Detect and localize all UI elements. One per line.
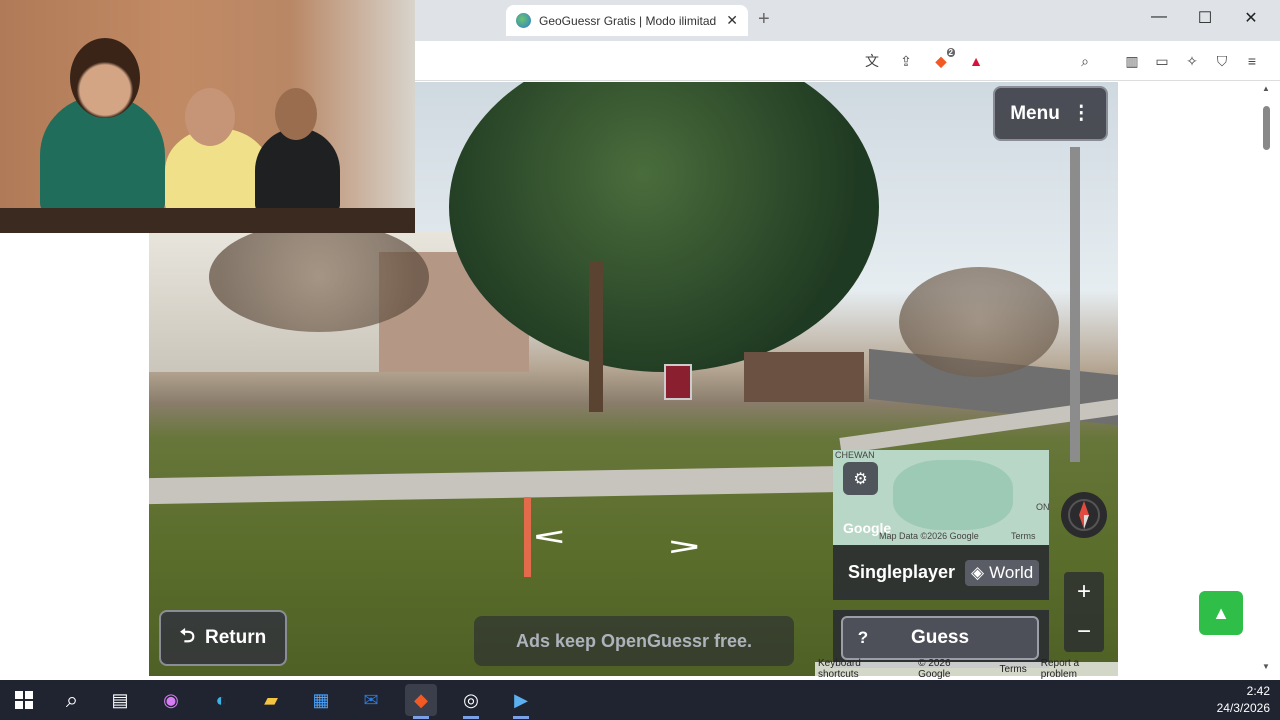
search-tabs-icon[interactable]: ⌕ — [1075, 51, 1095, 71]
video-player-icon[interactable]: ▶ — [505, 684, 537, 716]
tab-title: GeoGuessr Gratis | Modo ilimitad — [539, 13, 717, 28]
menu-label: Menu — [1010, 102, 1060, 124]
clock-time: 2:42 — [1246, 684, 1270, 698]
clock-date: 24/3/2026 — [1216, 701, 1270, 715]
translate-icon[interactable]: 文 — [862, 51, 882, 71]
map-selector[interactable]: ◈ World — [965, 559, 1040, 586]
search-icon[interactable]: ⌕ — [56, 684, 88, 716]
blank-area — [8, 233, 149, 676]
address-bar-row — [415, 41, 1280, 81]
compass-icon[interactable] — [1061, 492, 1107, 538]
scroll-to-top-button[interactable]: ▲ — [1199, 591, 1243, 635]
leo-ai-icon[interactable]: ✧ — [1182, 51, 1202, 71]
map-settings-icon[interactable]: ⚙ — [843, 462, 878, 495]
brave-rewards-icon[interactable]: ▲ — [966, 51, 986, 71]
minimize-button[interactable]: — — [1136, 8, 1182, 26]
person-left-head — [70, 38, 140, 118]
report-problem-link[interactable]: Report a problem — [1041, 658, 1118, 680]
guess-label: Guess — [910, 627, 970, 648]
desk — [0, 208, 415, 233]
return-label: Return — [205, 627, 267, 648]
page-scrollbar[interactable] — [1260, 82, 1274, 676]
keyboard-shortcuts-link[interactable]: Keyboard shortcuts — [818, 658, 904, 680]
shield-badge: 2 — [946, 48, 955, 57]
store-icon[interactable]: ▦ — [305, 684, 337, 716]
webcam-overlay — [0, 0, 415, 233]
compass-needle-icon — [1068, 499, 1100, 531]
bare-tree — [209, 222, 429, 332]
menu-button[interactable]: Menu ⋮ — [993, 86, 1108, 141]
zoom-in-button[interactable]: + — [1064, 572, 1104, 612]
zoom-controls: + − — [1064, 572, 1104, 652]
video-active-indicator — [513, 716, 529, 719]
wooden-fence — [744, 352, 864, 402]
scroll-up-arrow-icon[interactable]: ▲ — [1262, 84, 1270, 93]
help-icon[interactable]: ? — [843, 628, 883, 648]
sidewalk — [149, 465, 849, 505]
close-window-button[interactable]: ✕ — [1228, 8, 1274, 28]
marker-post — [524, 497, 531, 577]
ads-banner: Ads keep OpenGuessr free. — [474, 616, 794, 666]
person-right-shirt — [255, 128, 340, 213]
zoom-out-button[interactable]: − — [1064, 612, 1104, 652]
person-middle-head — [185, 88, 235, 146]
map-land — [893, 460, 1013, 530]
maximize-button[interactable]: ☐ — [1182, 8, 1228, 28]
globe-favicon-icon — [516, 13, 531, 28]
scroll-down-arrow-icon[interactable]: ▼ — [1262, 662, 1270, 671]
obs-active-indicator — [463, 716, 479, 719]
copilot-icon[interactable]: ◉ — [155, 684, 187, 716]
nav-arrow-right[interactable]: > — [669, 534, 699, 561]
map-region-label-2: ON — [1036, 502, 1049, 512]
new-tab-button[interactable]: + — [758, 8, 770, 31]
browser-tab[interactable]: GeoGuessr Gratis | Modo ilimitad ✕ — [506, 5, 748, 36]
more-dots-icon: ⋮ — [1071, 103, 1091, 124]
file-explorer-icon[interactable]: ▰ — [255, 684, 287, 716]
utility-pole — [1070, 147, 1080, 462]
return-arrow-icon: ⮌ — [179, 626, 195, 647]
mode-label: Singleplayer — [848, 562, 956, 582]
brave-icon[interactable]: ◆ — [405, 684, 437, 716]
taskbar — [0, 680, 1280, 720]
tab-close-icon[interactable]: ✕ — [726, 12, 738, 29]
sidebar-icon[interactable]: ▥ — [1122, 51, 1142, 71]
bare-tree-right — [899, 267, 1059, 377]
obs-icon[interactable]: ◎ — [455, 684, 487, 716]
scrollbar-thumb[interactable] — [1263, 106, 1270, 150]
google-footer: Keyboard shortcuts © 2026 Google Terms R… — [815, 658, 1118, 680]
copyright-text: © 2026 Google — [918, 658, 951, 680]
brave-shields-icon[interactable]: ◆ 2 — [931, 48, 955, 71]
guess-button[interactable]: ? Guess — [841, 616, 1039, 660]
system-clock[interactable]: 2:42 24/3/2026 — [1217, 683, 1270, 717]
menu-hamburger-icon[interactable]: ≡ — [1242, 51, 1262, 71]
terms-link[interactable]: Terms — [1000, 664, 1027, 675]
tree-trunk — [589, 262, 603, 412]
person-right-head — [275, 88, 317, 140]
mode-panel: Singleplayer ◈ World — [833, 545, 1049, 600]
map-data-attribution: Map Data ©2026 Google — [879, 531, 979, 541]
windows-start-icon[interactable] — [8, 684, 40, 716]
share-icon[interactable]: ⇪ — [896, 51, 916, 71]
brave-active-indicator — [413, 716, 429, 719]
world-label: World — [989, 562, 1034, 582]
nav-arrow-left[interactable]: < — [534, 524, 564, 551]
map-region-label: CHEWAN — [835, 450, 875, 460]
outlook-icon[interactable]: ✉ — [355, 684, 387, 716]
vpn-icon[interactable]: ⛉ — [1212, 51, 1232, 71]
red-sign — [664, 364, 692, 400]
wallet-icon[interactable]: ▭ — [1152, 51, 1172, 71]
layers-icon: ◈ — [971, 562, 985, 582]
task-view-icon[interactable]: ▤ — [104, 684, 136, 716]
return-button[interactable]: ⮌ Return — [159, 610, 287, 666]
map-terms-link[interactable]: Terms — [1011, 531, 1036, 541]
edge-icon[interactable]: ◐ — [205, 684, 237, 716]
